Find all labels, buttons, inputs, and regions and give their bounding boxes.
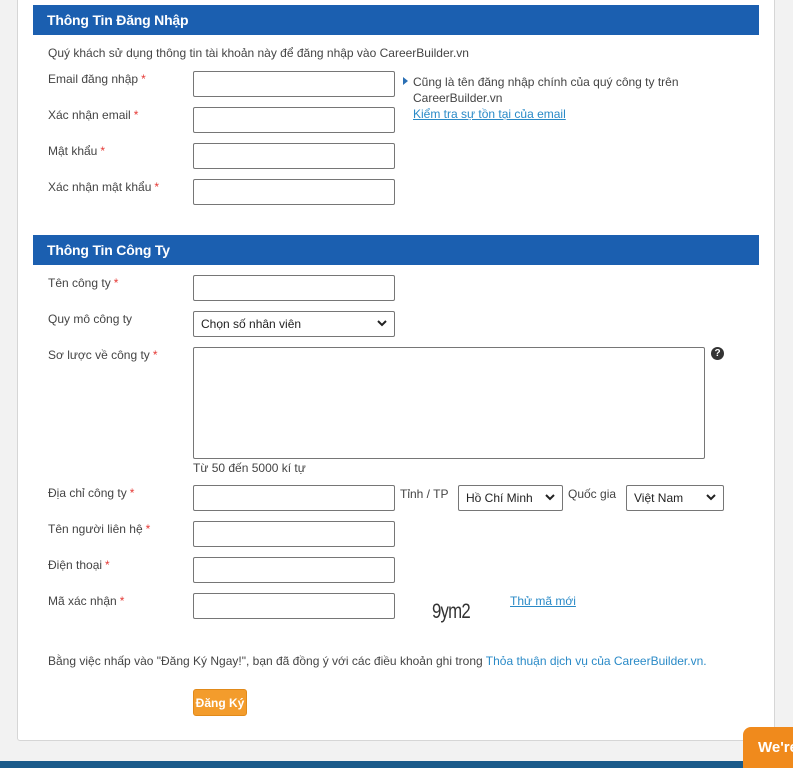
terms-text: Bằng việc nhấp vào "Đăng Ký Ngay!", bạn … <box>48 654 707 668</box>
required-marker: * <box>100 144 106 158</box>
refresh-captcha-link[interactable]: Thử mã mới <box>510 594 576 608</box>
contact-name-input[interactable] <box>193 521 395 547</box>
company-profile-textarea[interactable] <box>193 347 705 459</box>
page-footer <box>0 761 793 768</box>
password-label: Mật khẩu * <box>48 144 106 158</box>
company-name-label: Tên công ty * <box>48 276 119 290</box>
captcha-input[interactable] <box>193 593 395 619</box>
chevron-down-icon <box>545 494 555 501</box>
email-input[interactable] <box>193 71 395 97</box>
required-marker: * <box>105 558 110 572</box>
address-label: Địa chỉ công ty * <box>48 486 135 500</box>
chat-widget-button[interactable]: We're <box>743 727 793 768</box>
confirm-password-input[interactable] <box>193 179 395 205</box>
register-button[interactable]: Đăng Ký <box>193 689 247 716</box>
login-intro-text: Quý khách sử dụng thông tin tài khoản nà… <box>48 46 469 60</box>
profile-length-hint: Từ 50 đến 5000 kí tự <box>193 461 306 475</box>
confirm-password-label: Xác nhận mật khẩu * <box>48 180 160 194</box>
address-input[interactable] <box>193 485 395 511</box>
chevron-down-icon <box>377 320 387 327</box>
check-email-link[interactable]: Kiểm tra sự tồn tại của email <box>413 106 679 122</box>
terms-link[interactable]: Thỏa thuận dịch vụ của CareerBuilder.vn. <box>486 654 707 668</box>
confirm-email-label: Xác nhận email * <box>48 108 139 122</box>
required-marker: * <box>119 594 125 608</box>
company-size-label: Quy mô công ty <box>48 312 133 326</box>
company-section-header: Thông Tin Công Ty <box>33 235 759 265</box>
required-marker: * <box>113 276 119 290</box>
phone-input[interactable] <box>193 557 395 583</box>
password-input[interactable] <box>193 143 395 169</box>
required-marker: * <box>129 486 135 500</box>
captcha-image: 9ym2 <box>432 600 471 623</box>
province-label: Tỉnh / TP <box>400 487 449 501</box>
province-select[interactable]: Hồ Chí Minh <box>458 485 563 511</box>
confirm-email-input[interactable] <box>193 107 395 133</box>
required-marker: * <box>154 180 160 194</box>
required-marker: * <box>152 348 158 362</box>
hint-arrow-icon <box>403 77 408 85</box>
login-section-header: Thông Tin Đăng Nhập <box>33 5 759 35</box>
country-select[interactable]: Việt Nam <box>626 485 724 511</box>
phone-label: Điện thoại * <box>48 558 110 572</box>
required-marker: * <box>133 108 139 122</box>
company-name-input[interactable] <box>193 275 395 301</box>
required-marker: * <box>141 72 146 86</box>
country-label: Quốc gia <box>568 487 617 501</box>
captcha-label: Mã xác nhận * <box>48 594 125 608</box>
contact-name-label: Tên người liên hệ * <box>48 522 151 536</box>
company-size-select[interactable]: Chọn số nhân viên <box>193 311 395 337</box>
email-hint: Cũng là tên đăng nhập chính của quý công… <box>413 75 679 122</box>
required-marker: * <box>145 522 151 536</box>
email-label: Email đăng nhập * <box>48 72 146 86</box>
company-profile-label: Sơ lược về công ty * <box>48 348 158 362</box>
chevron-down-icon <box>706 494 716 501</box>
help-icon[interactable]: ? <box>711 347 724 360</box>
